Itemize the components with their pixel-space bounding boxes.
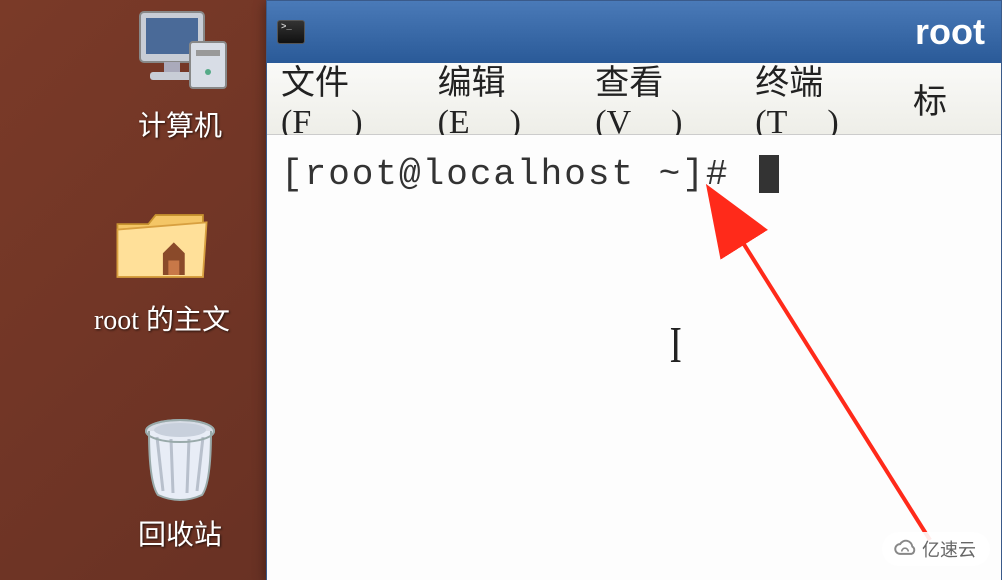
cloud-icon [892, 536, 918, 562]
trash-icon [130, 415, 230, 505]
computer-icon [130, 6, 230, 96]
terminal-block-cursor [759, 155, 779, 193]
desktop-icon-label: 计算机 [90, 104, 270, 144]
menu-help-partial[interactable]: 标 [913, 74, 947, 123]
menu-edit[interactable]: 编辑(E) [438, 55, 556, 142]
desktop-icon-label: 回收站 [90, 513, 270, 553]
desktop-icon-label: root 的主文 [52, 298, 272, 338]
terminal-body[interactable]: [root@localhost ~]# I [267, 135, 1001, 580]
desktop-icon-computer[interactable]: 计算机 [90, 6, 270, 144]
menu-file[interactable]: 文件(F) [281, 55, 398, 142]
watermark-text: 亿速云 [922, 536, 976, 562]
terminal-prompt: [root@localhost ~]# [281, 154, 753, 195]
terminal-window: root 文件(F) 编辑(E) 查看(V) 终端(T) 标 [root@loc… [266, 0, 1002, 580]
watermark: 亿速云 [882, 532, 990, 566]
window-title: root [317, 11, 991, 53]
window-titlebar[interactable]: root [267, 1, 1001, 63]
home-folder-icon [112, 200, 212, 290]
desktop-icon-trash[interactable]: 回收站 [90, 415, 270, 553]
desktop-icon-home-folder[interactable]: root 的主文 [52, 200, 272, 338]
menu-terminal[interactable]: 终端(T) [755, 55, 873, 142]
menu-view[interactable]: 查看(V) [595, 55, 715, 142]
terminal-app-icon [277, 20, 305, 44]
text-caret-icon: I [670, 315, 682, 377]
desktop-background: 计算机 root 的主文 回收站 root [0, 0, 1002, 580]
menubar: 文件(F) 编辑(E) 查看(V) 终端(T) 标 [267, 63, 1001, 135]
